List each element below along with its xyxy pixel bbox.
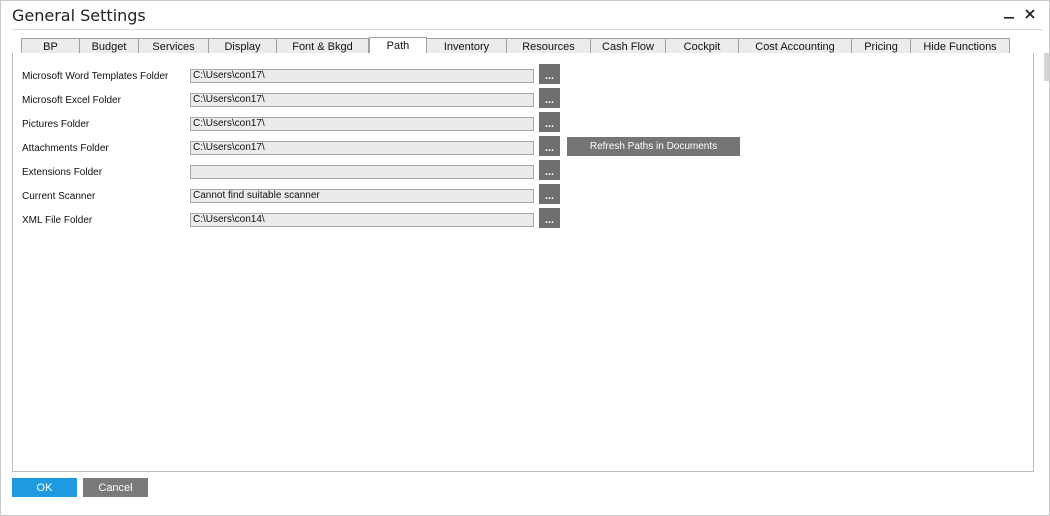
title-bar: General Settings	[1, 1, 1049, 29]
xml-file-folder-field[interactable]: C:\Users\con14\	[190, 213, 534, 227]
current-scanner-field[interactable]: Cannot find suitable scanner	[190, 189, 534, 203]
path-label: Microsoft Word Templates Folder	[22, 71, 169, 82]
browse-button[interactable]: ...	[539, 160, 560, 180]
settings-tabs: BP Budget Services Display Font & Bkgd P…	[21, 37, 1010, 54]
path-label: XML File Folder	[22, 215, 93, 226]
window-title: General Settings	[12, 6, 146, 25]
tab-budget[interactable]: Budget	[80, 38, 139, 54]
tab-cost-accounting[interactable]: Cost Accounting	[739, 38, 852, 54]
extensions-folder-field[interactable]	[190, 165, 534, 179]
tab-font-bkgd[interactable]: Font & Bkgd	[277, 38, 369, 54]
tab-pricing[interactable]: Pricing	[852, 38, 911, 54]
cancel-button[interactable]: Cancel	[83, 478, 148, 497]
title-divider	[12, 29, 1042, 30]
pictures-folder-field[interactable]: C:\Users\con17\	[190, 117, 534, 131]
tab-cockpit[interactable]: Cockpit	[666, 38, 739, 54]
tab-bp[interactable]: BP	[21, 38, 80, 54]
minimize-icon[interactable]	[1000, 5, 1018, 23]
browse-button[interactable]: ...	[539, 88, 560, 108]
tab-inventory[interactable]: Inventory	[427, 38, 507, 54]
path-label: Current Scanner	[22, 191, 96, 202]
path-label: Pictures Folder	[22, 119, 90, 130]
tab-hide-functions[interactable]: Hide Functions	[911, 38, 1010, 54]
browse-button[interactable]: ...	[539, 64, 560, 84]
browse-button[interactable]: ...	[539, 112, 560, 132]
tab-path[interactable]: Path	[369, 37, 427, 54]
path-label: Attachments Folder	[22, 143, 109, 154]
tab-resources[interactable]: Resources	[507, 38, 591, 54]
tab-cash-flow[interactable]: Cash Flow	[591, 38, 666, 54]
attachments-folder-field[interactable]: C:\Users\con17\	[190, 141, 534, 155]
tab-services[interactable]: Services	[139, 38, 209, 54]
path-settings-panel	[12, 53, 1034, 472]
ok-button[interactable]: OK	[12, 478, 77, 497]
path-label: Microsoft Excel Folder	[22, 95, 121, 106]
close-icon[interactable]	[1021, 5, 1039, 23]
general-settings-window: General Settings BP Budget Services Disp…	[0, 0, 1050, 516]
word-templates-folder-field[interactable]: C:\Users\con17\	[190, 69, 534, 83]
browse-button[interactable]: ...	[539, 136, 560, 156]
tab-display[interactable]: Display	[209, 38, 277, 54]
excel-folder-field[interactable]: C:\Users\con17\	[190, 93, 534, 107]
browse-button[interactable]: ...	[539, 184, 560, 204]
refresh-paths-button[interactable]: Refresh Paths in Documents	[567, 137, 740, 156]
scrollbar[interactable]	[1044, 53, 1049, 81]
path-label: Extensions Folder	[22, 167, 103, 178]
browse-button[interactable]: ...	[539, 208, 560, 228]
